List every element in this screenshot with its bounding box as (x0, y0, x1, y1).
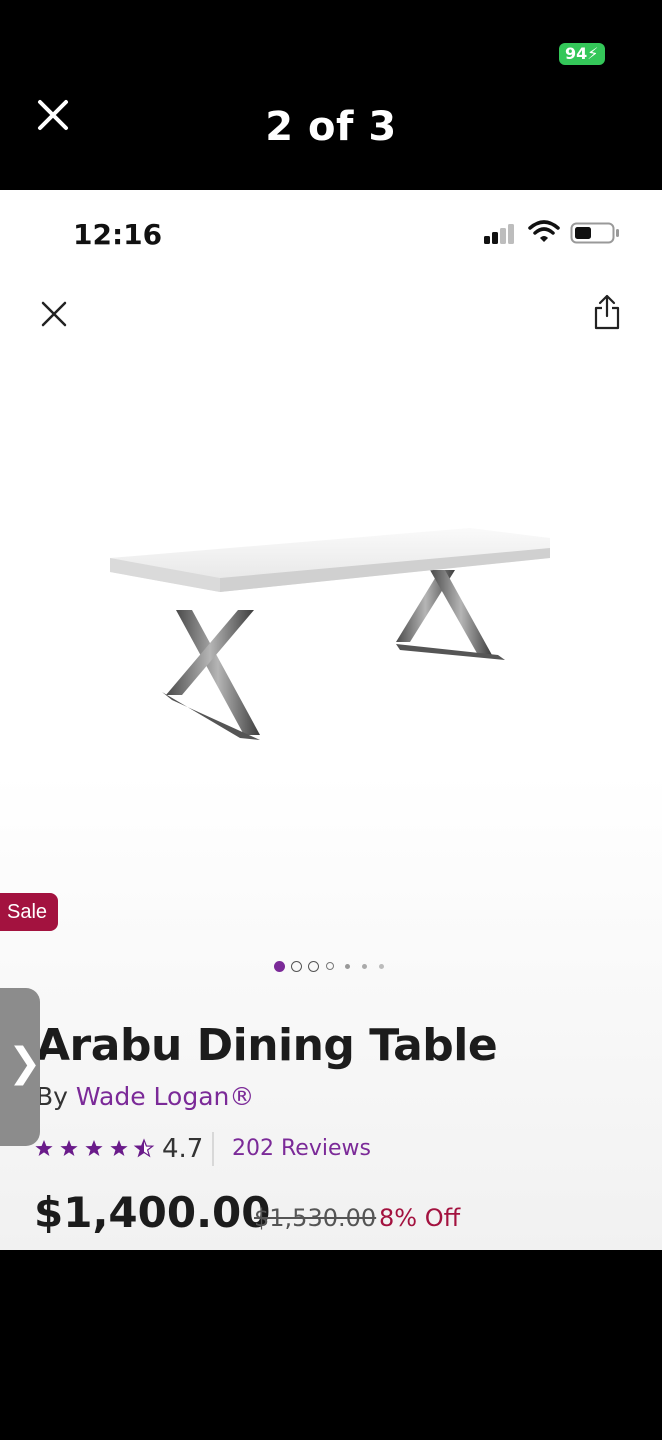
chevron-right-icon: ❯ (8, 1040, 42, 1086)
reviews-link[interactable]: 202 Reviews (232, 1136, 371, 1161)
cellular-signal-icon (484, 224, 514, 244)
carousel-dot[interactable] (308, 961, 319, 972)
wifi-icon (528, 220, 560, 242)
original-price: $1,530.00 (254, 1204, 377, 1232)
viewer-battery-indicator: 94⚡ (559, 43, 605, 65)
price-row: $1,400.00 $1,530.00 8% Off (34, 1188, 654, 1244)
product-image[interactable] (100, 510, 560, 750)
status-time: 12:16 (73, 218, 163, 251)
sale-badge: Sale (0, 893, 58, 931)
half-star-icon (133, 1138, 155, 1158)
dining-table-illustration (110, 528, 550, 740)
brand-link[interactable]: Wade Logan® (76, 1082, 254, 1111)
star-icon (85, 1140, 103, 1156)
carousel-dot[interactable] (291, 961, 302, 972)
carousel-dot[interactable] (362, 964, 367, 969)
share-icon[interactable] (593, 294, 621, 330)
viewer-page-counter: 2 of 3 (265, 104, 397, 150)
battery-level: 94 (565, 44, 588, 63)
viewer-footer (0, 1250, 662, 1440)
product-screenshot: 12:16 Sale Arabu Dining Table By Wade Lo… (0, 190, 662, 1250)
carousel-dot[interactable] (379, 964, 384, 969)
rating-divider (212, 1132, 214, 1166)
carousel-dot[interactable] (345, 964, 350, 969)
rating-value: 4.7 (162, 1134, 204, 1164)
status-icons (482, 220, 622, 248)
brand-line: By Wade Logan® (36, 1082, 254, 1111)
brand-prefix: By (36, 1082, 76, 1111)
close-icon[interactable] (40, 300, 68, 328)
star-icon (110, 1140, 128, 1156)
carousel-dot[interactable] (326, 962, 334, 970)
star-icon (35, 1140, 53, 1156)
side-drawer-handle[interactable]: ❯ (0, 988, 42, 1146)
current-price: $1,400.00 (34, 1188, 271, 1237)
rating-row[interactable]: 4.7 202 Reviews (34, 1132, 434, 1166)
product-title: Arabu Dining Table (36, 1020, 498, 1071)
charging-icon: ⚡ (587, 44, 599, 63)
image-carousel-dots[interactable] (274, 960, 394, 974)
star-icon (60, 1140, 78, 1156)
viewer-header: 2 of 3 94⚡ (0, 0, 662, 190)
carousel-dot-active[interactable] (274, 961, 285, 972)
discount-label: 8% Off (379, 1204, 461, 1232)
star-rating (35, 1138, 155, 1158)
battery-icon (570, 222, 619, 244)
